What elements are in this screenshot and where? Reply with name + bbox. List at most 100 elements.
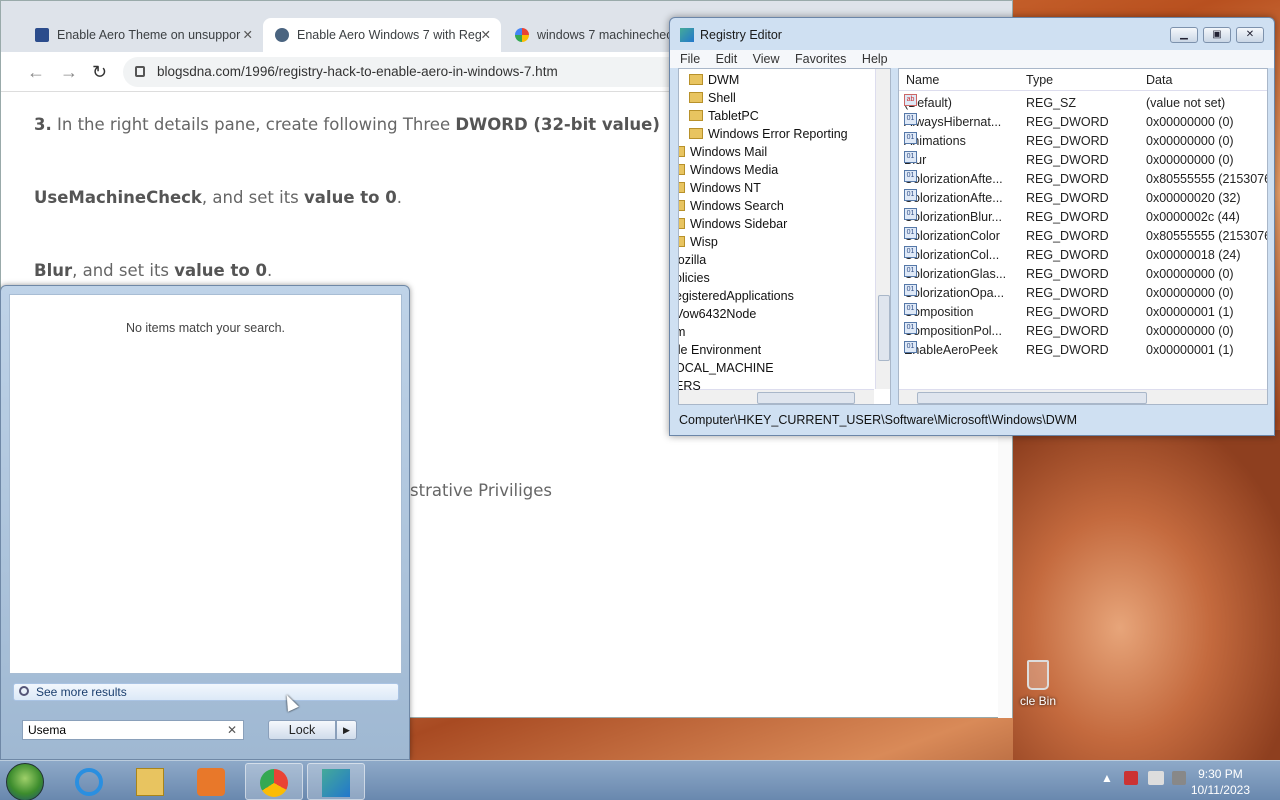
tree-item[interactable]: lozilla (678, 251, 707, 269)
tab-0[interactable]: Enable Aero Theme on unsuppor ✕ (23, 18, 263, 52)
column-data[interactable]: Data (1146, 69, 1172, 91)
registry-titlebar[interactable]: Registry Editor ▁ ▣ ✕ (670, 18, 1274, 50)
value-row[interactable]: 01Blur REG_DWORD 0x00000000 (0) (899, 151, 1267, 170)
back-icon[interactable]: ← (27, 61, 45, 83)
taskbar-chrome[interactable] (245, 763, 303, 800)
forward-icon[interactable]: → (60, 61, 78, 83)
tree-vscroll[interactable] (875, 69, 890, 389)
taskbar-registry-editor[interactable] (307, 763, 365, 800)
tree-item[interactable]: ERS (679, 377, 701, 395)
tree-item[interactable]: Windows Mail (679, 143, 767, 161)
tab-1-close-icon[interactable]: ✕ (481, 18, 491, 52)
folder-icon (689, 92, 703, 103)
key-tree[interactable]: DWM Shell TabletPC Windows Error Reporting W… (678, 68, 891, 405)
see-more-results-button[interactable]: See more results (13, 683, 399, 701)
tree-hscroll[interactable] (679, 389, 874, 404)
value-row[interactable]: 01 ColorizationGlas... REG_DWORD 0x00000000… (899, 265, 1267, 284)
value-row[interactable]: 01 Composition REG_DWORD 0x00000001 (1) (899, 303, 1267, 322)
value-row[interactable]: 01 ColorizationAfte... REG_DWORD 0x80555555… (899, 170, 1267, 189)
taskbar-explorer[interactable] (121, 763, 179, 800)
taskbar-media-player[interactable] (182, 763, 240, 800)
step-number: 3. (34, 115, 52, 134)
action-center-icon[interactable] (1124, 771, 1138, 785)
value-row[interactable]: 01 Animations REG_DWORD 0x00000000 (0) (899, 132, 1267, 151)
reload-icon[interactable]: ↻ (92, 61, 107, 83)
desktop-background (1013, 430, 1280, 760)
tree-vscroll-thumb[interactable] (878, 295, 890, 361)
tree-item[interactable]: olicies (678, 269, 710, 287)
network-icon[interactable] (1148, 771, 1164, 785)
value-type: REG_DWORD (1026, 191, 1109, 205)
menu-help[interactable]: Help (862, 52, 888, 66)
tree-item[interactable]: Vow6432Node (679, 305, 756, 323)
value-name-text: ColorizationCol... (904, 248, 1000, 262)
tree-item[interactable]: Windows Error Reporting (689, 125, 848, 143)
close-button[interactable]: ✕ (1236, 27, 1264, 43)
show-hidden-icons[interactable]: ▲ (1101, 771, 1113, 785)
tab-0-close-icon[interactable]: ✕ (243, 18, 253, 52)
value-row[interactable]: 01 ColorizationOpa... REG_DWORD 0x00000000 … (899, 284, 1267, 303)
value-data: 0x0000002c (44) (1146, 210, 1240, 224)
value-name: 01 ColorizationAfte... (904, 170, 1022, 189)
column-name[interactable]: Name (906, 69, 939, 91)
value-row[interactable]: 01 ColorizationAfte... REG_DWORD 0x00000020… (899, 189, 1267, 208)
menu-edit[interactable]: Edit (716, 52, 738, 66)
menu-view[interactable]: View (753, 52, 780, 66)
tree-item[interactable]: Shell (689, 89, 736, 107)
tree-item[interactable]: DWM (689, 71, 739, 89)
binary-value-icon: 01 (904, 284, 917, 296)
value-row[interactable]: 01 ColorizationColor REG_DWORD 0x80555555 (… (899, 227, 1267, 246)
tree-item[interactable]: ile Environment (678, 341, 762, 359)
maximize-button[interactable]: ▣ (1203, 27, 1231, 43)
system-clock[interactable]: 9:30 PM 10/11/2023 (1191, 766, 1250, 798)
search-value: Usema (28, 723, 67, 737)
tree-item-label: olicies (678, 271, 710, 285)
tab-2[interactable]: windows 7 machinecheck (503, 18, 671, 52)
values-hscroll-thumb[interactable] (917, 392, 1147, 404)
menu-favorites[interactable]: Favorites (795, 52, 846, 66)
start-search-input[interactable]: Usema ✕ (22, 720, 244, 740)
column-type[interactable]: Type (1026, 69, 1053, 91)
values-hscroll[interactable] (899, 389, 1267, 404)
tree-item[interactable]: Windows NT (679, 179, 761, 197)
minimize-button[interactable]: ▁ (1170, 27, 1198, 43)
tree-item[interactable]: Windows Sidebar (679, 215, 787, 233)
tree-item-label: ile Environment (678, 343, 762, 357)
value-row[interactable]: 01 ColorizationCol... REG_DWORD 0x00000018 … (899, 246, 1267, 265)
folder-icon (689, 110, 703, 121)
value-row[interactable]: ab (Default) REG_SZ (value not set) (899, 94, 1267, 113)
lock-button[interactable]: Lock (268, 720, 336, 740)
tree-hscroll-thumb[interactable] (757, 392, 855, 404)
tree-item[interactable]: m (679, 323, 685, 341)
value-row[interactable]: 01 ColorizationBlur... REG_DWORD 0x0000002c… (899, 208, 1267, 227)
tree-item[interactable]: OCAL_MACHINE (679, 359, 774, 377)
taskbar-internet-explorer[interactable] (60, 763, 118, 800)
clock-time: 9:30 PM (1198, 767, 1243, 781)
shutdown-options-arrow-icon[interactable]: ▶ (336, 720, 357, 740)
value-row[interactable]: 01 AlwaysHibernat... REG_DWORD 0x00000000 (… (899, 113, 1267, 132)
start-button[interactable] (6, 763, 44, 800)
registry-editor-icon (680, 28, 694, 42)
value-name: 01 ColorizationOpa... (904, 284, 1022, 303)
binary-value-icon: 01 (904, 246, 917, 258)
value-name: 01 AlwaysHibernat... (904, 113, 1022, 132)
value-data: 0x00000000 (0) (1146, 324, 1234, 338)
clear-search-icon[interactable]: ✕ (227, 721, 237, 739)
tree-item[interactable]: TabletPC (689, 107, 759, 125)
volume-icon[interactable] (1172, 771, 1186, 785)
tree-item[interactable]: Wisp (679, 233, 718, 251)
tree-item[interactable]: Windows Search (679, 197, 784, 215)
tree-item-label: lozilla (678, 253, 707, 267)
tab-1[interactable]: Enable Aero Windows 7 with Reg ✕ (263, 18, 501, 52)
tree-item-label: m (679, 325, 685, 339)
tree-item[interactable]: Windows Media (679, 161, 778, 179)
taskbar: ▲ 9:30 PM 10/11/2023 (0, 760, 1280, 800)
tree-item[interactable]: egisteredApplications (679, 287, 794, 305)
values-list[interactable]: Name Type Data ab (Default) REG_SZ (value n… (898, 68, 1268, 405)
value-row[interactable]: 01 EnableAeroPeek REG_DWORD 0x00000001 (1) (899, 341, 1267, 360)
clock-date: 10/11/2023 (1190, 783, 1250, 797)
menu-file[interactable]: File (680, 52, 700, 66)
recycle-bin[interactable]: cle Bin (1008, 660, 1068, 708)
value-row[interactable]: 01 CompositionPol... REG_DWORD 0x00000000 (… (899, 322, 1267, 341)
search-icon (19, 686, 29, 696)
